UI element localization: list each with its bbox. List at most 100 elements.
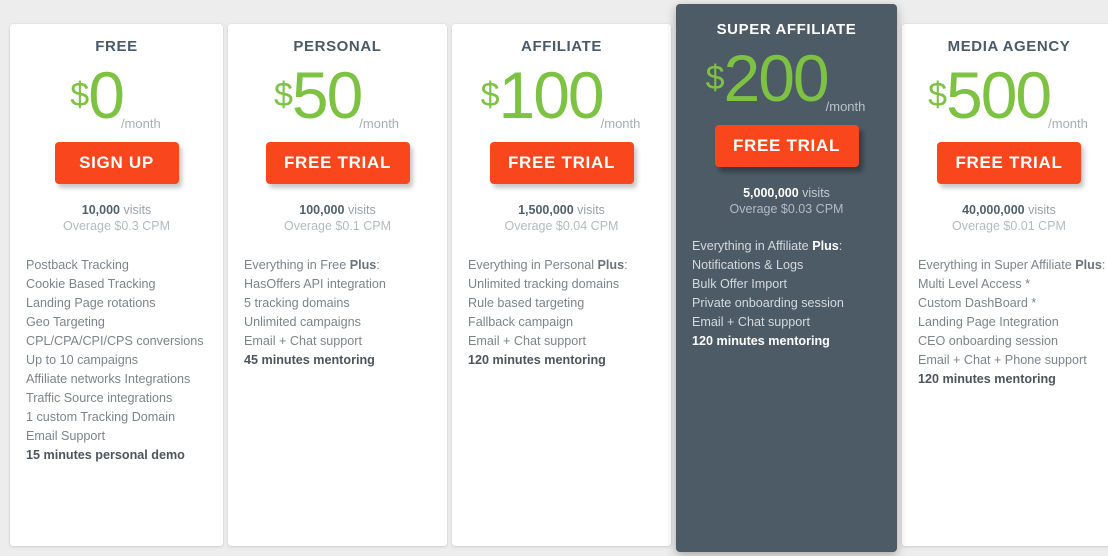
feature-emphasis: Plus	[349, 258, 377, 272]
visits-line: 1,500,000 visits	[468, 202, 655, 218]
feature-list-free: Postback Tracking Cookie Based Tracking La…	[26, 256, 207, 465]
pricing-card-personal[interactable]: PERSONAL $50/month FREE TRIAL 100,000 vi…	[228, 24, 447, 546]
visits-count: 1,500,000	[518, 203, 574, 217]
visits-count: 40,000,000	[962, 203, 1025, 217]
cta-wrapper-free: SIGN UP	[26, 142, 207, 184]
feature-item: Everything in Free Plus:	[244, 258, 380, 272]
feature-item: Geo Targeting	[26, 315, 105, 329]
pricing-table: FREE $0/month SIGN UP 10,000 visits Over…	[0, 0, 1108, 556]
visits-block-media-agency: 40,000,000 visits Overage $0.01 CPM	[918, 202, 1100, 234]
feature-list-personal: Everything in Free Plus: HasOffers API in…	[244, 256, 431, 370]
feature-item: 45 minutes mentoring	[244, 353, 375, 367]
feature-item: Landing Page Integration	[918, 315, 1059, 329]
plan-title-free: FREE	[95, 38, 138, 55]
overage-line: Overage $0.03 CPM	[729, 202, 844, 216]
visits-word: visits	[1028, 203, 1056, 217]
visits-line: 5,000,000 visits	[692, 185, 881, 201]
overage-line: Overage $0.04 CPM	[504, 219, 619, 233]
visits-line: 100,000 visits	[244, 202, 431, 218]
free-trial-button-affiliate[interactable]: FREE TRIAL	[489, 142, 634, 184]
feature-item: Custom DashBoard *	[918, 296, 1037, 310]
pricing-card-affiliate[interactable]: AFFILIATE $100/month FREE TRIAL 1,500,00…	[452, 24, 671, 546]
visits-word: visits	[347, 203, 376, 217]
pricing-card-media-agency[interactable]: MEDIA AGENCY $500/month FREE TRIAL 40,00…	[902, 24, 1108, 546]
feature-item: Unlimited campaigns	[244, 315, 361, 329]
cta-wrapper-personal: FREE TRIAL	[244, 142, 431, 184]
plan-price-super-affiliate: $200/month	[692, 45, 881, 119]
free-trial-button-media-agency[interactable]: FREE TRIAL	[937, 142, 1081, 184]
free-trial-button-super-affiliate[interactable]: FREE TRIAL	[714, 125, 859, 167]
overage-line: Overage $0.3 CPM	[63, 219, 170, 233]
feature-list-affiliate: Everything in Personal Plus: Unlimited tr…	[468, 256, 655, 370]
visits-count: 100,000	[299, 203, 345, 217]
feature-item: Email + Chat + Phone support	[918, 353, 1087, 367]
free-trial-button-personal[interactable]: FREE TRIAL	[265, 142, 410, 184]
visits-line: 10,000 visits	[26, 202, 207, 218]
currency-symbol: $	[70, 76, 89, 114]
price-period: /month	[120, 116, 161, 131]
price-amount: 50	[291, 58, 363, 132]
visits-count: 5,000,000	[743, 186, 799, 200]
feature-item: CPL/CPA/CPI/CPS conversions	[26, 334, 204, 348]
pricing-card-free[interactable]: FREE $0/month SIGN UP 10,000 visits Over…	[10, 24, 223, 546]
feature-item: Everything in Affiliate Plus:	[692, 239, 843, 253]
feature-item: Up to 10 campaigns	[26, 353, 139, 367]
feature-item: Affiliate networks Integrations	[26, 372, 191, 386]
visits-block-affiliate: 1,500,000 visits Overage $0.04 CPM	[468, 202, 655, 234]
plan-price-affiliate: $100/month	[468, 62, 655, 136]
feature-item: Postback Tracking	[26, 258, 129, 272]
feature-item: Email + Chat support	[244, 334, 362, 348]
currency-symbol: $	[928, 76, 947, 114]
pricing-card-super-affiliate[interactable]: SUPER AFFILIATE $200/month FREE TRIAL 5,…	[676, 4, 897, 552]
feature-item: 120 minutes mentoring	[918, 372, 1056, 386]
visits-word: visits	[802, 186, 830, 200]
feature-item: 120 minutes mentoring	[468, 353, 606, 367]
feature-emphasis: Plus	[812, 239, 839, 253]
feature-item: Landing Page rotations	[26, 296, 156, 310]
visits-block-super-affiliate: 5,000,000 visits Overage $0.03 CPM	[692, 185, 881, 217]
plan-title-affiliate: AFFILIATE	[521, 38, 602, 55]
visits-block-personal: 100,000 visits Overage $0.1 CPM	[244, 202, 431, 234]
price-amount: 0	[88, 58, 125, 132]
plan-price-media-agency: $500/month	[918, 62, 1100, 136]
feature-item: 120 minutes mentoring	[692, 334, 830, 348]
price-period: /month	[600, 116, 641, 131]
feature-list-super-affiliate: Everything in Affiliate Plus: Notificatio…	[692, 237, 881, 351]
feature-item: Fallback campaign	[468, 315, 573, 329]
feature-item: Bulk Offer Import	[692, 277, 787, 291]
visits-count: 10,000	[81, 203, 120, 217]
feature-item: Email Support	[26, 429, 106, 443]
price-amount: 200	[723, 41, 830, 115]
visits-line: 40,000,000 visits	[918, 202, 1100, 218]
feature-item: Email + Chat support	[692, 315, 810, 329]
feature-item: Everything in Personal Plus:	[468, 258, 628, 272]
feature-item: Everything in Super Affiliate Plus:	[918, 258, 1106, 272]
plan-title-personal: PERSONAL	[293, 38, 382, 55]
overage-line: Overage $0.1 CPM	[284, 219, 391, 233]
plan-title-media-agency: MEDIA AGENCY	[947, 38, 1071, 55]
plan-title-super-affiliate: SUPER AFFILIATE	[716, 21, 857, 38]
feature-item: 15 minutes personal demo	[26, 448, 185, 462]
price-period: /month	[359, 116, 400, 131]
cta-wrapper-media-agency: FREE TRIAL	[918, 142, 1100, 184]
feature-item: HasOffers API integration	[244, 277, 386, 291]
plan-price-personal: $50/month	[244, 62, 431, 136]
currency-symbol: $	[273, 76, 293, 114]
feature-item: Traffic Source integrations	[26, 391, 173, 405]
feature-item: CEO onboarding session	[918, 334, 1059, 348]
visits-word: visits	[577, 203, 605, 217]
feature-item: 1 custom Tracking Domain	[26, 410, 176, 424]
feature-item: Rule based targeting	[468, 296, 585, 310]
cta-wrapper-affiliate: FREE TRIAL	[468, 142, 655, 184]
visits-block-free: 10,000 visits Overage $0.3 CPM	[26, 202, 207, 234]
cta-wrapper-super-affiliate: FREE TRIAL	[692, 125, 881, 167]
feature-item: Email + Chat support	[468, 334, 586, 348]
plan-price-free: $0/month	[26, 62, 207, 136]
feature-item: 5 tracking domains	[244, 296, 350, 310]
signup-button-free[interactable]: SIGN UP	[54, 142, 179, 184]
feature-list-media-agency: Everything in Super Affiliate Plus: Multi…	[918, 256, 1106, 389]
feature-item: Private onboarding session	[692, 296, 844, 310]
price-period: /month	[825, 99, 866, 114]
price-amount: 500	[946, 58, 1052, 132]
price-period: /month	[1048, 116, 1088, 131]
